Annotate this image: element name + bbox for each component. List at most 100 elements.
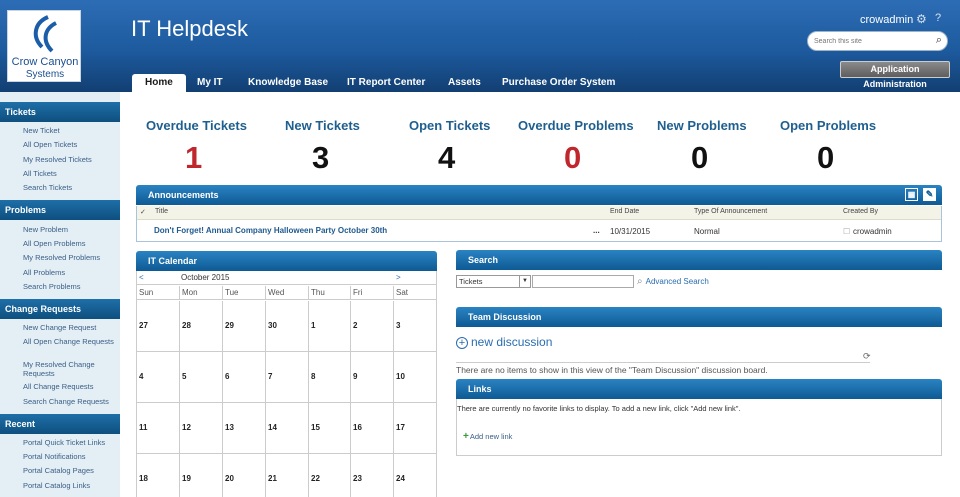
- site-search-input[interactable]: [814, 35, 929, 47]
- search-icon[interactable]: ⌕: [936, 34, 942, 47]
- calendar-day-cell[interactable]: 2: [351, 301, 394, 352]
- it-calendar-title[interactable]: IT Calendar: [148, 256, 197, 266]
- calendar-day-cell[interactable]: 22: [309, 454, 351, 497]
- sidebar-item-search-change-requests[interactable]: Search Change Requests: [23, 397, 118, 406]
- sidebar-item-portal-notifications[interactable]: Portal Notifications: [23, 452, 118, 461]
- column-created-by[interactable]: Created By: [843, 208, 878, 215]
- calendar-day-cell[interactable]: 16: [351, 403, 394, 454]
- announcement-title-link[interactable]: Don't Forget! Annual Company Halloween P…: [154, 226, 387, 235]
- nav-my-it[interactable]: My IT: [197, 74, 223, 92]
- calendar-day-cell[interactable]: 23: [351, 454, 394, 497]
- stat-label-overdue-tickets[interactable]: Overdue Tickets: [146, 118, 247, 133]
- company-logo[interactable]: Crow Canyon Systems: [7, 10, 81, 82]
- calendar-day-cell[interactable]: 27: [137, 301, 180, 352]
- stat-label-overdue-problems[interactable]: Overdue Problems: [518, 118, 634, 133]
- sidebar-item-new-problem[interactable]: New Problem: [23, 225, 118, 234]
- sidebar-item-my-resolved-problems[interactable]: My Resolved Problems: [23, 253, 118, 262]
- column-title[interactable]: Title: [155, 208, 168, 215]
- calendar-day-cell[interactable]: 19: [180, 454, 223, 497]
- calendar-day-cell[interactable]: 21: [266, 454, 309, 497]
- calendar-day-cell[interactable]: 29: [223, 301, 266, 352]
- sidebar-header-problems[interactable]: Problems: [0, 200, 120, 220]
- edit-icon[interactable]: ✎: [923, 188, 936, 201]
- sidebar-item-my-resolved-change-requests[interactable]: My Resolved Change Requests: [23, 360, 118, 378]
- add-circle-icon[interactable]: +: [456, 337, 468, 349]
- plus-icon[interactable]: +: [463, 431, 469, 442]
- stat-value-open-problems[interactable]: 0: [817, 140, 834, 176]
- calendar-day-cell[interactable]: 17: [394, 403, 436, 454]
- advanced-search-link[interactable]: ⌕ Advanced Search: [637, 276, 709, 287]
- item-menu-ellipsis[interactable]: ...: [593, 226, 600, 235]
- site-title[interactable]: IT Helpdesk: [131, 16, 248, 42]
- gear-icon[interactable]: ⚙: [916, 12, 927, 26]
- calendar-prev-month[interactable]: <: [139, 273, 144, 282]
- calendar-day-cell[interactable]: 8: [309, 352, 351, 403]
- add-new-link-label[interactable]: Add new link: [470, 432, 513, 441]
- search-scope-select[interactable]: Tickets ▼: [456, 275, 531, 288]
- sidebar-item-all-tickets[interactable]: All Tickets: [23, 169, 118, 178]
- sidebar-item-all-change-requests[interactable]: All Change Requests: [23, 382, 118, 391]
- column-end-date[interactable]: End Date: [610, 208, 639, 215]
- add-new-link[interactable]: +Add new link: [463, 431, 512, 442]
- search-query-input[interactable]: [532, 275, 634, 288]
- stat-value-overdue-problems[interactable]: 0: [564, 140, 581, 176]
- links-title[interactable]: Links: [468, 384, 492, 394]
- new-discussion-link[interactable]: + new discussion: [456, 335, 552, 349]
- calendar-day-cell[interactable]: 12: [180, 403, 223, 454]
- stat-label-open-problems[interactable]: Open Problems: [780, 118, 876, 133]
- calendar-day-cell[interactable]: 11: [137, 403, 180, 454]
- calendar-day-cell[interactable]: 18: [137, 454, 180, 497]
- nav-assets[interactable]: Assets: [448, 74, 481, 92]
- stat-label-new-tickets[interactable]: New Tickets: [285, 118, 360, 133]
- chevron-down-icon[interactable]: ▼: [519, 276, 530, 287]
- select-all-check-icon[interactable]: ✓: [140, 208, 146, 216]
- user-menu[interactable]: crowadmin: [860, 14, 913, 26]
- stat-value-new-tickets[interactable]: 3: [312, 140, 329, 176]
- calendar-day-cell[interactable]: 13: [223, 403, 266, 454]
- help-icon[interactable]: ?: [935, 12, 941, 24]
- sidebar-item-portal-quick-ticket-links[interactable]: Portal Quick Ticket Links: [23, 438, 118, 447]
- sidebar-item-new-change-request[interactable]: New Change Request: [23, 323, 118, 332]
- calendar-day-cell[interactable]: 10: [394, 352, 436, 403]
- nav-purchase-order-system[interactable]: Purchase Order System: [502, 74, 615, 92]
- announcement-created-by[interactable]: crowadmin: [853, 227, 892, 236]
- calendar-day-cell[interactable]: 24: [394, 454, 436, 497]
- application-administration-button[interactable]: Application Administration: [840, 61, 950, 89]
- site-search-box[interactable]: ⌕: [807, 31, 948, 51]
- sidebar-header-tickets[interactable]: Tickets: [0, 102, 120, 122]
- column-type[interactable]: Type Of Announcement: [694, 208, 767, 215]
- sidebar-header-change-requests[interactable]: Change Requests: [0, 299, 120, 319]
- calendar-day-cell[interactable]: 14: [266, 403, 309, 454]
- view-list-icon[interactable]: ▦: [905, 188, 918, 201]
- calendar-day-cell[interactable]: 4: [137, 352, 180, 403]
- sidebar-item-portal-catalog-pages[interactable]: Portal Catalog Pages: [23, 466, 118, 475]
- calendar-day-cell[interactable]: 15: [309, 403, 351, 454]
- advanced-search-label[interactable]: Advanced Search: [646, 277, 709, 286]
- stat-label-open-tickets[interactable]: Open Tickets: [409, 118, 490, 133]
- sidebar-item-all-open-tickets[interactable]: All Open Tickets: [23, 140, 118, 149]
- announcements-title[interactable]: Announcements: [148, 190, 219, 200]
- sidebar-item-search-tickets[interactable]: Search Tickets: [23, 183, 118, 192]
- search-icon[interactable]: ⌕: [637, 276, 643, 287]
- sidebar-item-new-ticket[interactable]: New Ticket: [23, 126, 118, 135]
- sidebar-item-my-resolved-tickets[interactable]: My Resolved Tickets: [23, 155, 118, 164]
- nav-it-report-center[interactable]: IT Report Center: [347, 74, 425, 92]
- stat-value-new-problems[interactable]: 0: [691, 140, 708, 176]
- nav-knowledge-base[interactable]: Knowledge Base: [248, 74, 328, 92]
- calendar-day-cell[interactable]: 20: [223, 454, 266, 497]
- sidebar-item-all-problems[interactable]: All Problems: [23, 268, 118, 277]
- calendar-next-month[interactable]: >: [396, 273, 401, 282]
- new-discussion-label[interactable]: new discussion: [471, 335, 552, 349]
- calendar-day-cell[interactable]: 6: [223, 352, 266, 403]
- sidebar-header-recent[interactable]: Recent: [0, 414, 120, 434]
- refresh-icon[interactable]: ⟳: [863, 351, 871, 362]
- calendar-day-cell[interactable]: 7: [266, 352, 309, 403]
- sidebar-item-portal-catalog-links[interactable]: Portal Catalog Links: [23, 481, 118, 490]
- search-title[interactable]: Search: [468, 255, 498, 265]
- calendar-day-cell[interactable]: 1: [309, 301, 351, 352]
- calendar-day-cell[interactable]: 3: [394, 301, 436, 352]
- calendar-day-cell[interactable]: 28: [180, 301, 223, 352]
- stat-value-open-tickets[interactable]: 4: [438, 140, 455, 176]
- stat-label-new-problems[interactable]: New Problems: [657, 118, 747, 133]
- sidebar-item-all-open-change-requests[interactable]: All Open Change Requests: [23, 337, 118, 346]
